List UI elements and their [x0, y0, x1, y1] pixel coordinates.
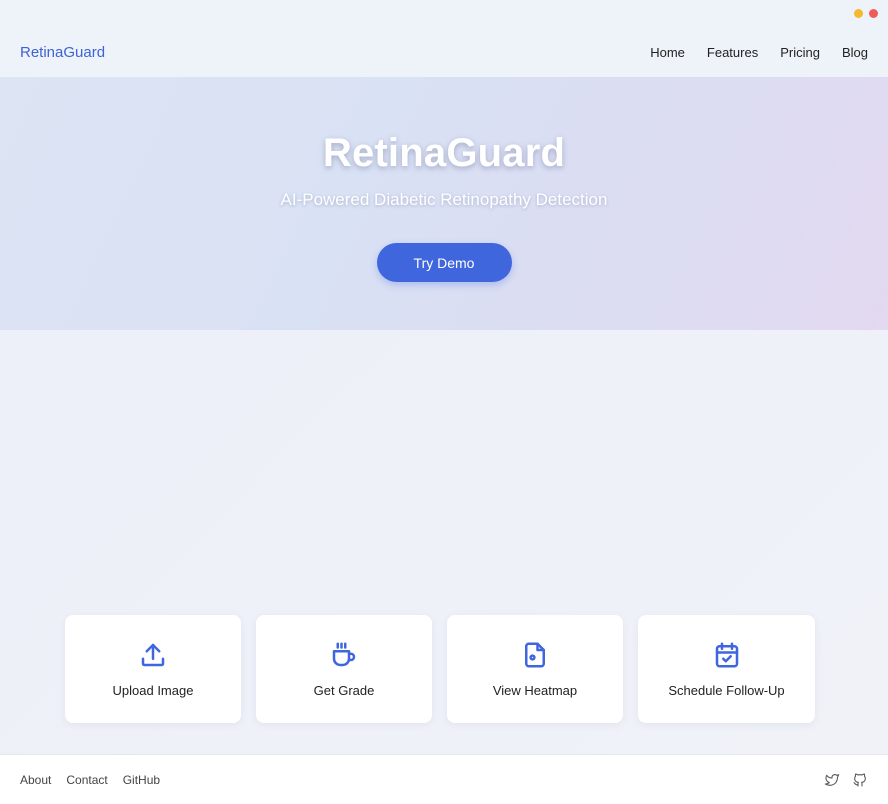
- card-label: Schedule Follow-Up: [668, 683, 785, 698]
- footer-contact-link[interactable]: Contact: [66, 773, 107, 787]
- window-controls: [854, 9, 878, 18]
- upload-image-card[interactable]: Upload Image: [65, 615, 241, 723]
- minimize-button[interactable]: [854, 9, 863, 18]
- schedule-follow-up-card[interactable]: Schedule Follow-Up: [638, 615, 815, 723]
- hero-section: RetinaGuard AI-Powered Diabetic Retinopa…: [0, 77, 888, 330]
- nav-links: Home Features Pricing Blog: [650, 45, 868, 60]
- try-demo-button[interactable]: Try Demo: [376, 243, 512, 282]
- nav-pricing-link[interactable]: Pricing: [780, 45, 820, 60]
- card-label: View Heatmap: [492, 683, 578, 698]
- nav-home-link[interactable]: Home: [650, 45, 685, 60]
- footer-github-link[interactable]: GitHub: [123, 773, 160, 787]
- file-icon: [520, 640, 550, 670]
- card-label: Get Grade: [313, 683, 375, 698]
- card-label: Upload Image: [112, 683, 194, 698]
- hero-title: RetinaGuard: [322, 131, 566, 175]
- calendar-check-icon: [712, 640, 742, 670]
- twitter-icon[interactable]: [824, 772, 840, 788]
- top-navigation: RetinaGuard Home Features Pricing Blog: [0, 28, 888, 77]
- upload-icon: [138, 640, 168, 670]
- social-icons: [824, 772, 868, 788]
- nav-blog-link[interactable]: Blog: [842, 45, 868, 60]
- view-heatmap-card[interactable]: View Heatmap: [447, 615, 623, 723]
- nav-features-link[interactable]: Features: [707, 45, 758, 60]
- close-button[interactable]: [869, 9, 878, 18]
- footer: About Contact GitHub: [0, 754, 888, 804]
- feature-cards: Upload Image Get Grade View Heatmap Sche…: [65, 615, 815, 723]
- github-icon[interactable]: [852, 772, 868, 788]
- footer-links: About Contact GitHub: [20, 773, 160, 787]
- coffee-icon: [329, 640, 359, 670]
- get-grade-card[interactable]: Get Grade: [256, 615, 432, 723]
- brand-logo[interactable]: RetinaGuard: [20, 44, 105, 61]
- footer-about-link[interactable]: About: [20, 773, 51, 787]
- hero-subtitle: AI-Powered Diabetic Retinopathy Detectio…: [280, 190, 608, 209]
